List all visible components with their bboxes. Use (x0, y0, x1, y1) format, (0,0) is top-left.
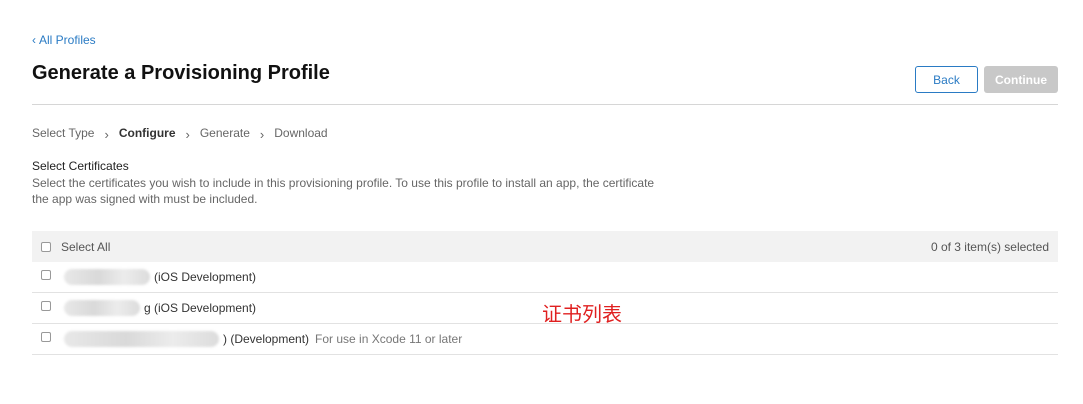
certificate-type: (iOS Development) (154, 270, 257, 284)
back-link-label: All Profiles (39, 33, 96, 47)
continue-button[interactable]: Continue (984, 66, 1058, 93)
annotation-label: 证书列表 (542, 302, 622, 326)
step-select-type: Select Type (32, 125, 95, 140)
select-all-label[interactable]: Select All (61, 240, 110, 254)
table-header: Select All 0 of 3 item(s) selected (32, 231, 1058, 262)
step-generate: Generate (199, 125, 250, 140)
chevron-right-icon: › (185, 127, 190, 142)
page-title: Generate a Provisioning Profile (32, 62, 330, 84)
back-to-all-profiles-link[interactable]: ‹ All Profiles (32, 33, 96, 47)
back-button[interactable]: Back (915, 66, 978, 93)
section-title: Select Certificates (32, 159, 129, 173)
table-row[interactable]: (iOS Development) (32, 262, 1058, 293)
redacted-certificate-name (64, 269, 150, 285)
xcode-compat-note: For use in Xcode 11 or later (315, 332, 463, 346)
header-divider (32, 104, 1058, 105)
table-row[interactable]: ) (Development) For use in Xcode 11 or l… (32, 324, 1058, 355)
row-checkbox[interactable] (41, 332, 51, 342)
step-configure: Configure (118, 125, 176, 140)
redacted-certificate-name (64, 331, 219, 347)
certificate-type: ) (Development) (223, 332, 310, 346)
selected-count: 0 of 3 item(s) selected (930, 239, 1049, 254)
step-breadcrumb: Select Type › Configure › Generate › Dow… (32, 125, 328, 143)
step-download: Download (274, 125, 328, 140)
row-checkbox[interactable] (41, 270, 51, 280)
row-checkbox[interactable] (41, 301, 51, 311)
chevron-left-icon: ‹ (32, 33, 36, 47)
redacted-certificate-name (64, 300, 140, 316)
chevron-right-icon: › (259, 127, 265, 142)
section-description: Select the certificates you wish to incl… (32, 176, 655, 206)
select-all-checkbox[interactable] (41, 241, 51, 252)
certificates-table: Select All 0 of 3 item(s) selected (iOS … (32, 231, 1058, 355)
chevron-right-icon: › (104, 127, 109, 142)
certificate-type: g (iOS Development) (144, 301, 257, 315)
